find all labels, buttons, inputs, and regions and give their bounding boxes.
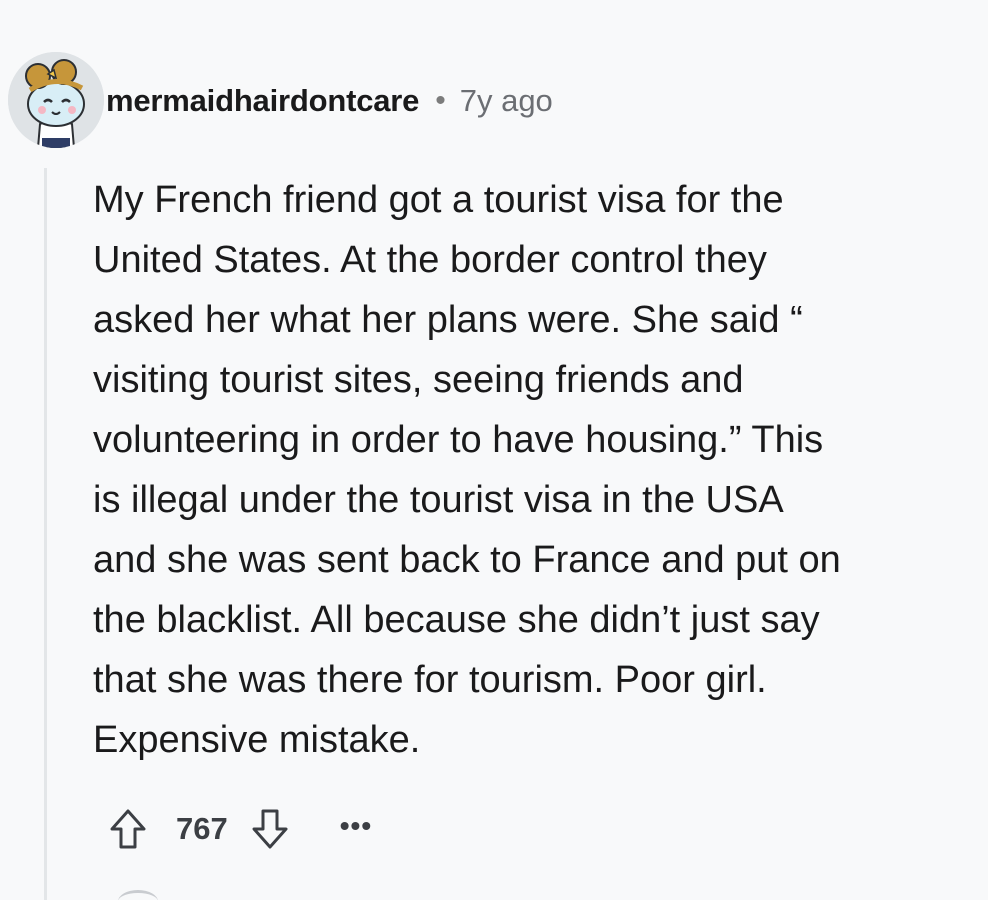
thread-line[interactable] — [44, 168, 47, 900]
more-options-button[interactable]: ••• — [340, 812, 372, 846]
snoo-avatar-icon — [8, 52, 104, 148]
user-avatar[interactable] — [8, 52, 104, 148]
username-link[interactable]: mermaidhairdontcare — [106, 83, 419, 119]
timestamp[interactable]: 7y ago — [460, 83, 553, 119]
upvote-button[interactable] — [104, 805, 152, 853]
child-thread-connector — [118, 890, 158, 900]
comment-actions: 767 ••• — [104, 804, 372, 854]
meta-separator: • — [435, 84, 446, 117]
comment-header: mermaidhairdontcare • 7y ago — [106, 76, 553, 126]
downvote-arrow-icon — [252, 809, 288, 849]
vote-score: 767 — [176, 811, 228, 846]
comment-body: My French friend got a tourist visa for … — [93, 179, 841, 761]
comment-card: mermaidhairdontcare • 7y ago My French f… — [0, 0, 988, 900]
downvote-button[interactable] — [246, 805, 294, 853]
upvote-arrow-icon — [110, 809, 146, 849]
